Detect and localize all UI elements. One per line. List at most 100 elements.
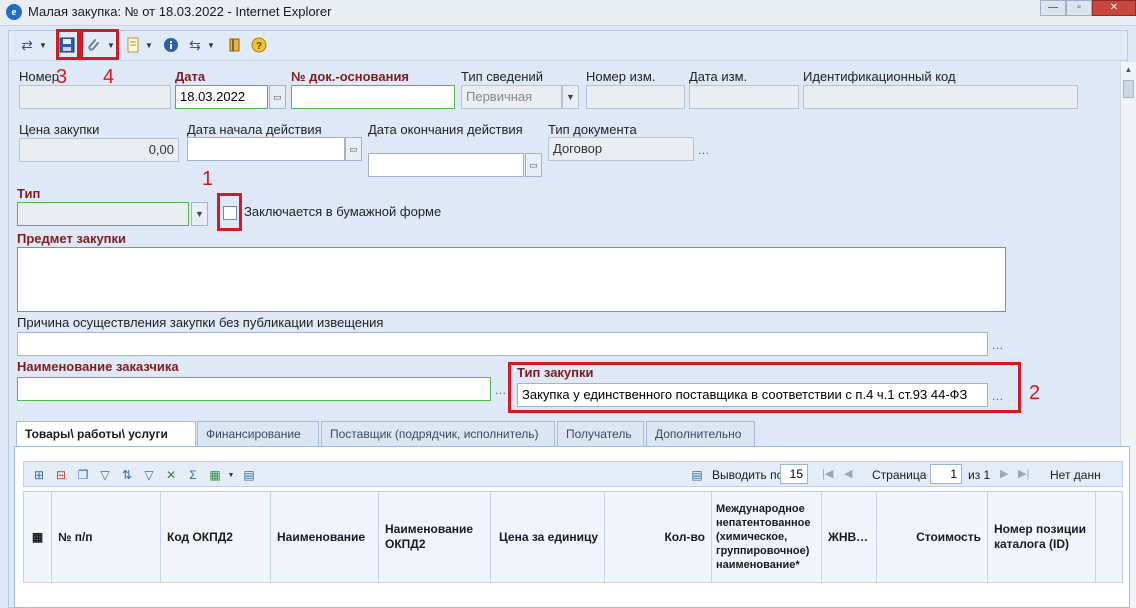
excel-icon[interactable]: ✕: [162, 466, 180, 484]
help-icon[interactable]: ?: [249, 35, 269, 55]
number-field[interactable]: [19, 85, 171, 109]
annotation-box-save: [56, 29, 80, 60]
column-header-catalog-id[interactable]: Номер позиции каталога (ID): [988, 492, 1096, 582]
minimize-button[interactable]: —: [1040, 0, 1066, 16]
maximize-button[interactable]: ▫: [1066, 0, 1092, 16]
change-number-field[interactable]: [586, 85, 685, 109]
tab-goods-works-services[interactable]: Товары\ работы\ услуги: [16, 421, 196, 447]
document-toolbar: ⇄ ▼ ▼ ▼ ⇆ ▼ ?: [8, 30, 1128, 60]
type-select[interactable]: [17, 202, 189, 226]
no-data-label: Нет данн: [1050, 468, 1101, 482]
calendar-icon[interactable]: ▭: [269, 85, 286, 109]
doc-type-label: Тип документа: [548, 122, 637, 137]
annotation-4: 4: [103, 66, 115, 88]
start-date-field[interactable]: [187, 137, 345, 161]
last-page-icon[interactable]: ▶|: [1018, 467, 1029, 480]
end-date-label: Дата окончания действия: [368, 122, 523, 137]
book-icon[interactable]: [225, 35, 245, 55]
column-header-number[interactable]: № п/п: [52, 492, 161, 582]
chevron-down-icon[interactable]: ▼: [191, 202, 208, 226]
columns-icon[interactable]: ▤: [240, 466, 258, 484]
annotation-box-attach: [80, 29, 119, 60]
scroll-thumb[interactable]: [1123, 80, 1134, 98]
end-date-field[interactable]: [368, 153, 524, 177]
customer-picker-icon[interactable]: …: [492, 377, 509, 401]
print-icon[interactable]: [123, 35, 143, 55]
column-header-vital-drugs[interactable]: ЖНВ…: [822, 492, 877, 582]
page-of-label: из 1: [968, 468, 991, 482]
column-header-inn[interactable]: Международное непатентованное (химическо…: [712, 492, 822, 582]
reason-picker-icon[interactable]: …: [989, 332, 1006, 356]
first-page-icon[interactable]: |◀: [822, 467, 833, 480]
tab-recipient[interactable]: Получатель: [557, 421, 644, 446]
goods-grid-panel: ⊞ ⊟ ❐ ▽ ⇅ ▽ ✕ Σ ▦ ▼ ▤ ▤ Выводить по 15 |…: [14, 446, 1130, 608]
export-icon[interactable]: ▦: [206, 466, 224, 484]
prev-page-icon[interactable]: ◀: [844, 467, 852, 480]
price-label: Цена закупки: [19, 122, 100, 137]
copy-icon[interactable]: ❐: [74, 466, 92, 484]
delete-row-icon[interactable]: ⊟: [52, 466, 70, 484]
per-page-input[interactable]: 15: [780, 464, 808, 484]
date-field[interactable]: 18.03.2022: [175, 85, 268, 109]
info-icon[interactable]: [161, 35, 181, 55]
info-type-select[interactable]: Первичная: [461, 85, 562, 109]
page-size-icon: ▤: [691, 468, 703, 482]
chevron-down-icon[interactable]: ▼: [562, 85, 579, 109]
change-date-field[interactable]: [689, 85, 799, 109]
subject-label: Предмет закупки: [17, 231, 127, 246]
annotation-box-purchase-type: [508, 362, 1021, 413]
grid-body: [23, 583, 1123, 607]
print-dropdown-icon[interactable]: ▼: [145, 35, 153, 55]
paper-form-label: Заключается в бумажной форме: [244, 204, 442, 219]
sum-icon[interactable]: Σ: [184, 466, 202, 484]
export-dropdown-icon[interactable]: ▼: [228, 466, 235, 484]
grid-settings-icon[interactable]: ▦: [24, 492, 52, 582]
change-date-label: Дата изм.: [689, 69, 748, 84]
column-header-name[interactable]: Наименование: [271, 492, 379, 582]
column-header-okpd2-code[interactable]: Код ОКПД2: [161, 492, 271, 582]
subject-textarea[interactable]: [17, 247, 1006, 312]
sort-icon[interactable]: ⇅: [118, 466, 136, 484]
column-header-unit-price[interactable]: Цена за единицу: [491, 492, 605, 582]
grid-header: ▦ № п/п Код ОКПД2 Наименование Наименова…: [23, 491, 1123, 583]
page-input[interactable]: 1: [930, 464, 962, 484]
refresh-dropdown-icon[interactable]: ▼: [207, 35, 215, 55]
customer-name-field[interactable]: [17, 377, 491, 401]
calendar-icon[interactable]: ▭: [525, 153, 542, 177]
svg-text:?: ?: [256, 41, 262, 52]
scroll-up-icon[interactable]: ▲: [1121, 62, 1136, 78]
calendar-icon[interactable]: ▭: [345, 137, 362, 161]
window-title: Малая закупка: № от 18.03.2022 - Interne…: [28, 4, 332, 19]
clear-filter-icon[interactable]: ▽: [140, 466, 158, 484]
add-row-icon[interactable]: ⊞: [30, 466, 48, 484]
doc-type-picker-icon[interactable]: …: [695, 137, 712, 161]
no-publication-reason-field[interactable]: [17, 332, 988, 356]
tab-additional[interactable]: Дополнительно: [646, 421, 755, 446]
annotation-box-checkbox: [217, 193, 242, 231]
info-type-label: Тип сведений: [461, 69, 544, 84]
show-per-label: Выводить по: [712, 468, 784, 482]
id-code-field[interactable]: [803, 85, 1078, 109]
grid-toolbar: ⊞ ⊟ ❐ ▽ ⇅ ▽ ✕ Σ ▦ ▼ ▤ ▤ Выводить по 15 |…: [23, 461, 1123, 487]
filter-icon[interactable]: ▽: [96, 466, 114, 484]
tab-financing[interactable]: Финансирование: [197, 421, 319, 446]
column-header-quantity[interactable]: Кол-во: [605, 492, 712, 582]
refresh-icon[interactable]: ⇆: [185, 35, 205, 55]
price-field[interactable]: 0,00: [19, 138, 179, 162]
type-label: Тип: [17, 186, 41, 201]
customer-name-label: Наименование заказчика: [17, 359, 179, 374]
column-header-okpd2-name[interactable]: Наименование ОКПД2: [379, 492, 491, 582]
basis-doc-number-label: № док.-основания: [291, 69, 410, 84]
tab-supplier[interactable]: Поставщик (подрядчик, исполнитель): [321, 421, 555, 446]
doc-type-field[interactable]: Договор: [548, 137, 694, 161]
basis-doc-number-field[interactable]: [291, 85, 455, 109]
id-code-label: Идентификационный код: [803, 69, 956, 84]
close-button[interactable]: ✕: [1092, 0, 1136, 16]
number-label: Номер: [19, 69, 60, 84]
date-label: Дата: [175, 69, 206, 84]
actions-dropdown-icon[interactable]: ▼: [39, 35, 47, 55]
column-header-cost[interactable]: Стоимость: [877, 492, 988, 582]
next-page-icon[interactable]: ▶: [1000, 467, 1008, 480]
no-publication-reason-label: Причина осуществления закупки без публик…: [17, 315, 384, 330]
actions-icon[interactable]: ⇄: [17, 35, 37, 55]
